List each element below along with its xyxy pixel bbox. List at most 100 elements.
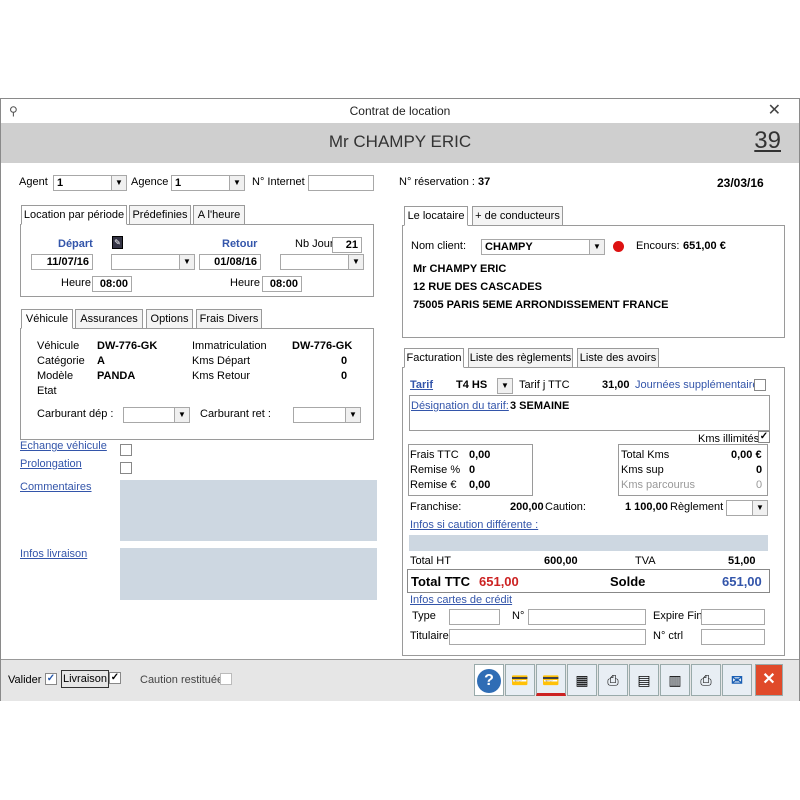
tab-a-lheure[interactable]: A l'heure [193,205,245,225]
tarif-link[interactable]: Tarif [410,379,433,391]
depart-label: Départ [58,238,93,250]
jours-supp-checkbox[interactable] [754,379,766,391]
nb-jour-input[interactable] [332,237,362,253]
cancel-button[interactable]: ✕ [755,664,783,696]
print-contract-button[interactable]: ▤ [629,664,659,696]
retour-date-input[interactable] [199,254,261,270]
kms-depart-value: 0 [341,355,348,367]
outlook-icon: ✉ [731,672,743,688]
pin-icon[interactable]: ⚲ [9,99,18,123]
valider-checkbox[interactable]: ✓ [45,673,57,685]
kms-depart-label: Kms Départ [192,355,251,367]
livraison-textarea[interactable] [120,548,377,600]
tab-conducteurs[interactable]: + de conducteurs [472,206,563,226]
card-number-label: N° [512,610,525,622]
chevron-down-icon: ▼ [589,240,604,254]
type-input[interactable] [449,609,500,625]
tab-frais-divers[interactable]: Frais Divers [196,309,262,329]
print-receipt-button[interactable]: ⎙ [691,664,721,696]
chevron-down-icon: ▼ [752,501,767,515]
prolongation-link[interactable]: Prolongation [20,458,82,470]
kms-illimites-checkbox[interactable]: ✓ [758,431,770,443]
modele-value: PANDA [97,370,136,382]
print-invoice-button[interactable]: ▥ [660,664,690,696]
categorie-label: Catégorie [37,355,85,367]
vehicule-value: DW-776-GK [97,340,158,352]
tab-avoirs[interactable]: Liste des avoirs [577,348,659,368]
nom-client-label: Nom client: [411,240,467,252]
tarif-ttc-label: Tarif j TTC [519,379,570,391]
infos-caution-link[interactable]: Infos si caution différente : [410,519,538,531]
echange-checkbox[interactable] [120,444,132,456]
carb-ret-select[interactable]: ▼ [293,407,361,423]
kms-sup-label: Kms sup [621,464,664,476]
chevron-down-icon: ▼ [497,379,512,393]
tab-vehicule[interactable]: Véhicule [21,309,73,329]
vehicule-label: Véhicule [37,340,80,352]
tab-predefinies[interactable]: Prédefinies [129,205,191,225]
heure-retour-input[interactable] [262,276,302,292]
retour-time-select[interactable]: ▼ [280,254,364,270]
kms-retour-value: 0 [341,370,348,382]
prolongation-checkbox[interactable] [120,462,132,474]
titulaire-input[interactable] [449,629,646,645]
remise-pct-value: 0 [469,464,476,476]
valider-label: Valider [8,674,42,686]
depart-date-input[interactable] [31,254,93,270]
jours-supp-label: Journées supplémentaires [635,379,765,391]
agence-select[interactable]: 1 ▼ [171,175,245,191]
nom-client-value: CHAMPY [485,241,533,253]
echange-vehicule-link[interactable]: Echange véhicule [20,440,107,452]
contract-number[interactable]: 39 [754,127,781,155]
heure-depart-input[interactable] [92,276,132,292]
card-number-input[interactable] [528,609,646,625]
caution-restituee-checkbox[interactable] [220,673,232,685]
commentaires-textarea[interactable] [120,480,377,541]
tab-facturation[interactable]: Facturation [404,348,464,368]
edit-date-icon[interactable]: ✎ [112,236,123,249]
agence-value: 1 [175,177,182,189]
print-button[interactable]: ⎙ [598,664,628,696]
remise-eur-label: Remise € [410,479,457,491]
nom-client-select[interactable]: CHAMPY ▼ [481,239,605,255]
cartes-credit-link[interactable]: Infos cartes de crédit [410,594,512,606]
titulaire-label: Titulaire [410,630,449,642]
infos-caution-field[interactable] [409,535,768,551]
nctrl-label: N° ctrl [653,630,684,642]
livraison-checkbox[interactable]: ✓ [109,672,121,684]
tarif-select[interactable]: ▼ [497,378,513,394]
nctrl-input[interactable] [701,629,765,645]
expire-input[interactable] [701,609,765,625]
help-button[interactable]: ? [474,664,504,696]
printer-icon: ⎙ [700,672,712,688]
internet-input[interactable] [308,175,374,191]
designation-link[interactable]: Désignation du tarif: [411,400,509,412]
solde-value: 651,00 [722,574,762,589]
client-header-name: Mr CHAMPY ERIC [328,132,472,151]
tab-location-periode[interactable]: Location par période [21,205,127,225]
close-icon[interactable]: ✕ [768,99,781,123]
commentaires-link[interactable]: Commentaires [20,481,92,493]
total-ttc-label: Total TTC [411,574,470,589]
depart-time-select[interactable]: ▼ [111,254,195,270]
agent-select[interactable]: 1 ▼ [53,175,127,191]
outlook-button[interactable]: ✉ [722,664,752,696]
tab-locataire[interactable]: Le locataire [404,206,468,226]
carb-dep-select[interactable]: ▼ [123,407,190,423]
payment-alt-button[interactable]: 💳 [536,664,566,696]
type-label: Type [412,610,436,622]
tab-assurances[interactable]: Assurances [75,309,143,329]
tab-options[interactable]: Options [146,309,193,329]
tab-reglements[interactable]: Liste des règlements [468,348,573,368]
window-title: Contrat de location [349,104,451,118]
infos-livraison-link[interactable]: Infos livraison [20,548,87,560]
carb-ret-label: Carburant ret : [200,408,271,420]
reglement-select[interactable]: ▼ [726,500,768,516]
frais-value: 0,00 [469,449,491,461]
money-icon: 💳 [511,672,529,688]
kms-parcourus-value: 0 [756,479,763,491]
contract-date: 23/03/16 [717,176,764,190]
contract-window: ⚲ Contrat de location ✕ Mr CHAMPY ERIC 3… [0,98,800,701]
payment-button[interactable]: 💳 [505,664,535,696]
calendar-button[interactable]: ▦ [567,664,597,696]
